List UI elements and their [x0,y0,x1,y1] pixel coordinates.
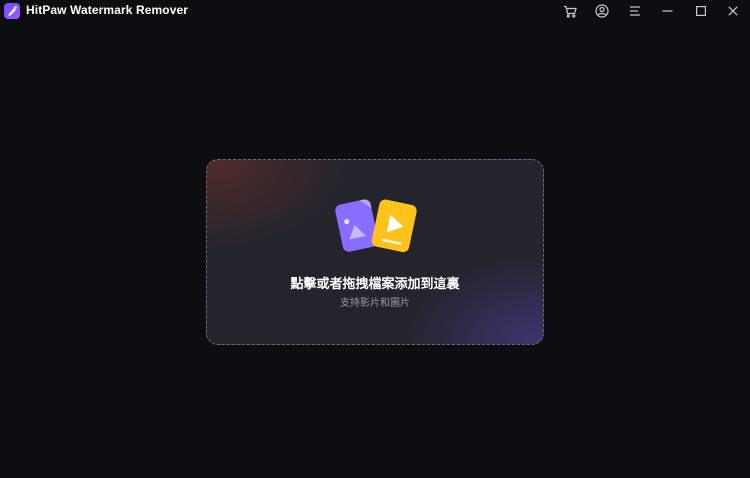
title-bar: HitPaw Watermark Remover [0,0,750,22]
media-files-illustration [335,199,417,253]
minimize-button[interactable] [652,0,682,22]
video-file-icon [371,199,417,253]
drop-zone-title: 點擊或者拖拽檔案添加到這裏 [290,277,460,292]
account-icon [595,4,609,18]
close-icon [728,6,738,16]
maximize-icon [696,6,706,16]
maximize-button[interactable] [686,0,716,22]
file-drop-zone[interactable]: 點擊或者拖拽檔案添加到這裏 支持影片和圖片 [206,159,544,345]
app-title: HitPaw Watermark Remover [26,3,189,17]
menu-button[interactable] [620,0,650,22]
menu-icon [630,6,640,16]
drop-zone-subtitle: 支持影片和圖片 [340,298,410,309]
image-file-icon [335,199,379,252]
minimize-icon [662,10,672,12]
cart-icon [564,5,577,18]
close-button[interactable] [718,0,748,22]
cart-button[interactable] [555,0,585,22]
app-logo-icon [4,3,20,19]
account-button[interactable] [587,0,617,22]
app-window: HitPaw Watermark Remover 點擊或者拖拽檔案添加到這裏 支… [0,0,750,478]
